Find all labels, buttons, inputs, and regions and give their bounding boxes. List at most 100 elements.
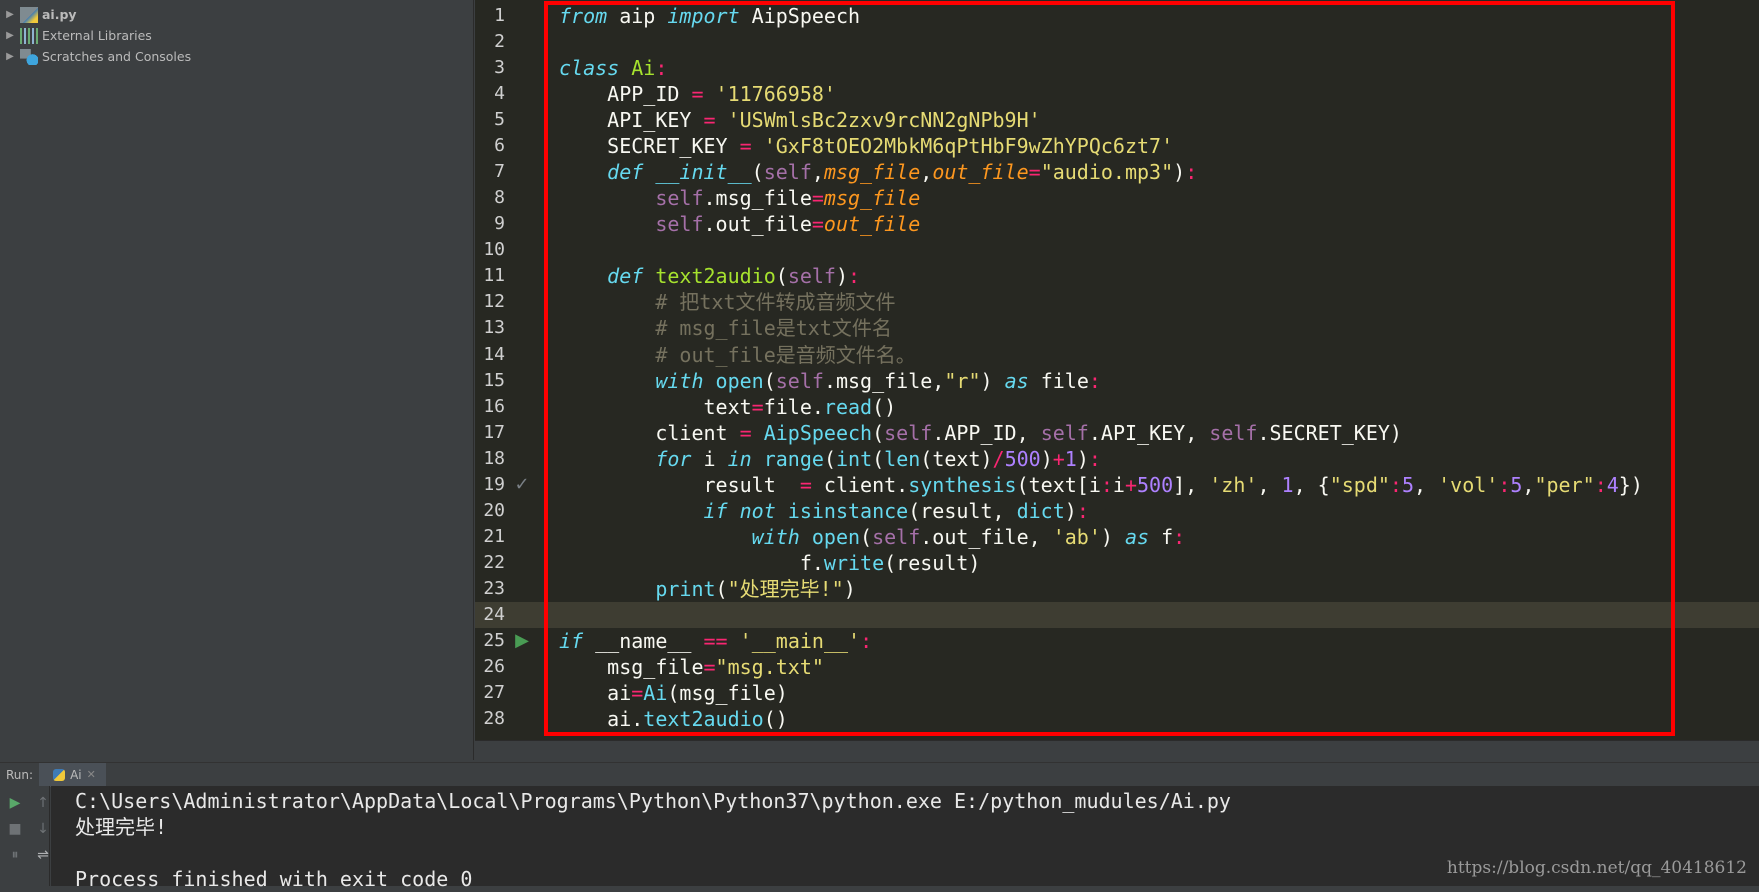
text [752, 134, 764, 158]
name: Ai [631, 56, 656, 81]
run-panel-header: Run: Ai ✕ [0, 762, 1759, 787]
operator: + [1052, 446, 1065, 471]
line-number: 15 [483, 369, 505, 391]
operator: = [811, 212, 824, 237]
text: client. [811, 472, 909, 497]
text: ( [872, 420, 885, 445]
text: f. [559, 550, 824, 575]
builtin: AipSpeech [763, 420, 873, 445]
text: ( [872, 446, 885, 471]
line-number: 8 [494, 187, 505, 209]
text: .API_KEY, [1088, 420, 1210, 445]
code-line: class Ai: [559, 55, 667, 81]
text: (text) [920, 446, 993, 471]
code-line: f.write(result) [559, 550, 981, 576]
text: () [872, 394, 897, 419]
tree-item[interactable]: ▶ Scratches and Consoles [0, 46, 473, 67]
string: "msg.txt" [715, 655, 824, 679]
operator: = [739, 134, 752, 159]
operator: + [1124, 472, 1138, 497]
string: 'zh' [1209, 472, 1258, 497]
text [752, 447, 764, 471]
self-token: self [655, 212, 704, 237]
text: ai [559, 681, 632, 706]
keyword: import [667, 4, 740, 28]
rerun-icon[interactable]: ▶ [4, 792, 26, 814]
text: aip [607, 4, 668, 28]
code-line: APP_ID = '11766958' [559, 81, 836, 107]
line-number: 11 [483, 265, 505, 287]
line-number: 26 [483, 656, 505, 677]
text: ) [1100, 524, 1125, 549]
text: ai. [559, 707, 644, 732]
line-number: 12 [483, 291, 505, 313]
text: API_KEY [559, 108, 704, 133]
string: "处理完毕!" [727, 576, 844, 601]
text: .out_file, [920, 524, 1053, 549]
operator: : [860, 628, 873, 653]
editor-scrollbar[interactable] [475, 740, 1759, 762]
code-line: from aip import AipSpeech [559, 3, 860, 29]
tree-item[interactable]: ▶ External Libraries [0, 25, 473, 46]
text [716, 108, 728, 132]
close-icon[interactable]: ✕ [87, 768, 96, 781]
tree-item-label: Scratches and Consoles [42, 49, 192, 64]
expand-arrow-icon[interactable]: ▶ [0, 51, 20, 62]
text: ) [1076, 446, 1089, 471]
comment: # out_file是音频文件名。 [559, 342, 916, 367]
check-icon: ✓ [514, 473, 530, 495]
operator: : [1088, 446, 1101, 471]
text [728, 629, 740, 653]
string: 'GxF8tOEO2MbkM6qPtHbF9wZhYPQc6zt7' [763, 134, 1174, 159]
text [752, 421, 764, 445]
text: i [691, 446, 728, 471]
code-line: ai.text2audio() [559, 706, 788, 732]
pause-icon[interactable]: ⏸ [4, 844, 26, 866]
code-editor[interactable]: 1 2 3 4 5 6 7 8 9 10 11 12 13 14 15 16 17 18 19 ✓ 20 21 22 23 24… [475, 0, 1759, 740]
operator: = [751, 394, 764, 419]
expand-arrow-icon[interactable]: ▶ [0, 30, 20, 41]
line-number: 23 [483, 577, 505, 599]
builtin: int [835, 446, 873, 471]
text: file. [763, 394, 824, 419]
text: client [559, 420, 740, 445]
line-number: 27 [483, 682, 505, 704]
line-number: 2 [494, 31, 505, 53]
stop-icon[interactable]: ■ [4, 818, 26, 840]
string: "audio.mp3" [1040, 160, 1174, 185]
builtin: open [811, 524, 861, 549]
text: .msg_file, [823, 368, 945, 393]
code-line: text=file.read() [559, 394, 896, 420]
text: .msg_file [703, 186, 812, 211]
text [559, 447, 655, 471]
run-tab-ai[interactable]: Ai ✕ [39, 762, 106, 787]
text: , [920, 160, 933, 185]
operator: : [1076, 498, 1089, 523]
line-number: 14 [483, 343, 505, 365]
line-number: 7 [494, 161, 505, 183]
number: 5 [1401, 472, 1415, 497]
builtin: write [823, 550, 885, 575]
expand-arrow-icon[interactable]: ▶ [0, 9, 20, 20]
run-gutter-icon[interactable]: ▶ [513, 628, 531, 654]
text: msg_file [559, 655, 704, 679]
line-number: 16 [483, 395, 505, 417]
text: result [559, 472, 800, 497]
code-line: if __name__ == '__main__': [559, 628, 872, 654]
self-token: self [1040, 420, 1089, 445]
operator: / [992, 446, 1005, 471]
tree-item[interactable]: ▶ ai.py [0, 4, 473, 25]
operator: : [655, 56, 668, 81]
code-line: print("处理完毕!") [559, 576, 855, 602]
line-number: 6 [494, 135, 505, 157]
text: APP_ID [559, 82, 692, 107]
keyword: __init__ [655, 160, 752, 185]
text: (text[i [1016, 472, 1101, 497]
keyword: as [1124, 524, 1150, 549]
tree-item-label: ai.py [42, 7, 77, 22]
text: () [763, 707, 788, 732]
keyword: from [559, 4, 608, 28]
text: ) [835, 264, 849, 289]
operator: : [1100, 472, 1113, 497]
builtin: open [715, 368, 764, 393]
